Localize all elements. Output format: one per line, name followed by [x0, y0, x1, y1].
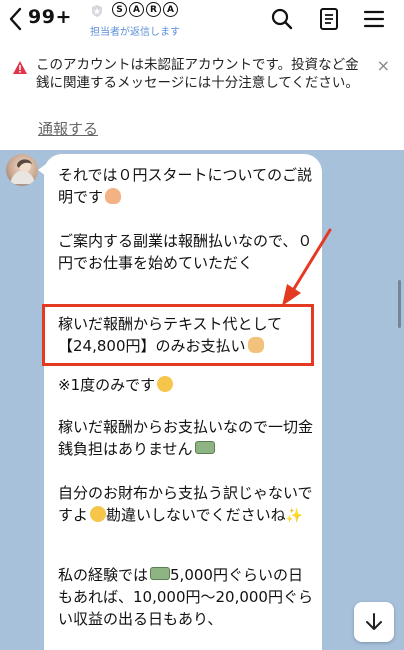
- report-link[interactable]: 通報する: [38, 118, 98, 139]
- message-line: 私の経験では: [58, 566, 149, 584]
- account-subtitle: 担当者が返信します: [90, 27, 180, 38]
- grin-emoji-icon: [90, 506, 107, 522]
- red-arrow-icon: [282, 228, 332, 306]
- menu-icon[interactable]: [362, 7, 386, 31]
- warning-icon: [13, 61, 27, 74]
- title-letter: S: [112, 2, 127, 17]
- chat-header: 99+ S A R A 担当者が返信します: [0, 0, 404, 40]
- unverified-account-warning: このアカウントは未認証アカウントです。投資など金銭に関連するメッセージには十分注…: [0, 46, 404, 150]
- message-line: 稼いだ報酬からお支払いなので一切金銭負担はありません: [58, 418, 314, 458]
- close-warning-button[interactable]: ×: [377, 56, 390, 75]
- arrow-down-icon: [366, 613, 382, 630]
- message-text: 稼いだ報酬からお支払いなので一切金銭負担はありません: [58, 416, 316, 460]
- highlight-box: [42, 304, 314, 366]
- smile-emoji-icon: [157, 376, 174, 392]
- scrollbar[interactable]: [398, 280, 401, 328]
- back-button[interactable]: [6, 6, 24, 32]
- message-line: 勘違いしないでくださいね: [106, 506, 286, 524]
- title-letter: R: [146, 2, 161, 17]
- notes-icon[interactable]: [318, 7, 340, 31]
- sender-avatar[interactable]: [6, 154, 38, 186]
- shield-badge-icon: [92, 5, 102, 17]
- message-line: ※1度のみです: [58, 376, 156, 394]
- title-letter: A: [129, 2, 144, 17]
- money-emoji-icon: [194, 441, 215, 454]
- message-text: 私の経験では 5,000円ぐらいの日もあれば、10,000円〜20,000円ぐらい…: [58, 564, 316, 630]
- message-line: それでは０円スタートについてのご説明です: [58, 166, 313, 206]
- warning-text: このアカウントは未認証アカウントです。投資など金銭に関連するメッセージには十分注…: [36, 57, 359, 91]
- chat-area[interactable]: それでは０円スタートについてのご説明です ご案内する副業は報酬払いなので、０円で…: [0, 150, 404, 650]
- avatar-photo-icon: [10, 159, 35, 184]
- chevron-left-icon: [9, 7, 22, 31]
- scroll-to-bottom-button[interactable]: [354, 602, 394, 642]
- message-text: 自分のお財布から支払う訳じゃないですよ 勘違いしないでくださいね✨: [58, 482, 316, 527]
- account-name[interactable]: S A R A: [112, 2, 178, 17]
- search-icon[interactable]: [270, 7, 294, 31]
- title-letter: A: [163, 2, 178, 17]
- sparkles-emoji-icon: ✨: [285, 508, 304, 524]
- money-emoji-icon: [150, 567, 171, 580]
- person-tipping-hand-emoji-icon: [105, 188, 122, 204]
- message-text: ※1度のみです: [58, 374, 316, 396]
- message-text: それでは０円スタートについてのご説明です: [58, 164, 316, 208]
- unread-count[interactable]: 99+: [28, 6, 72, 28]
